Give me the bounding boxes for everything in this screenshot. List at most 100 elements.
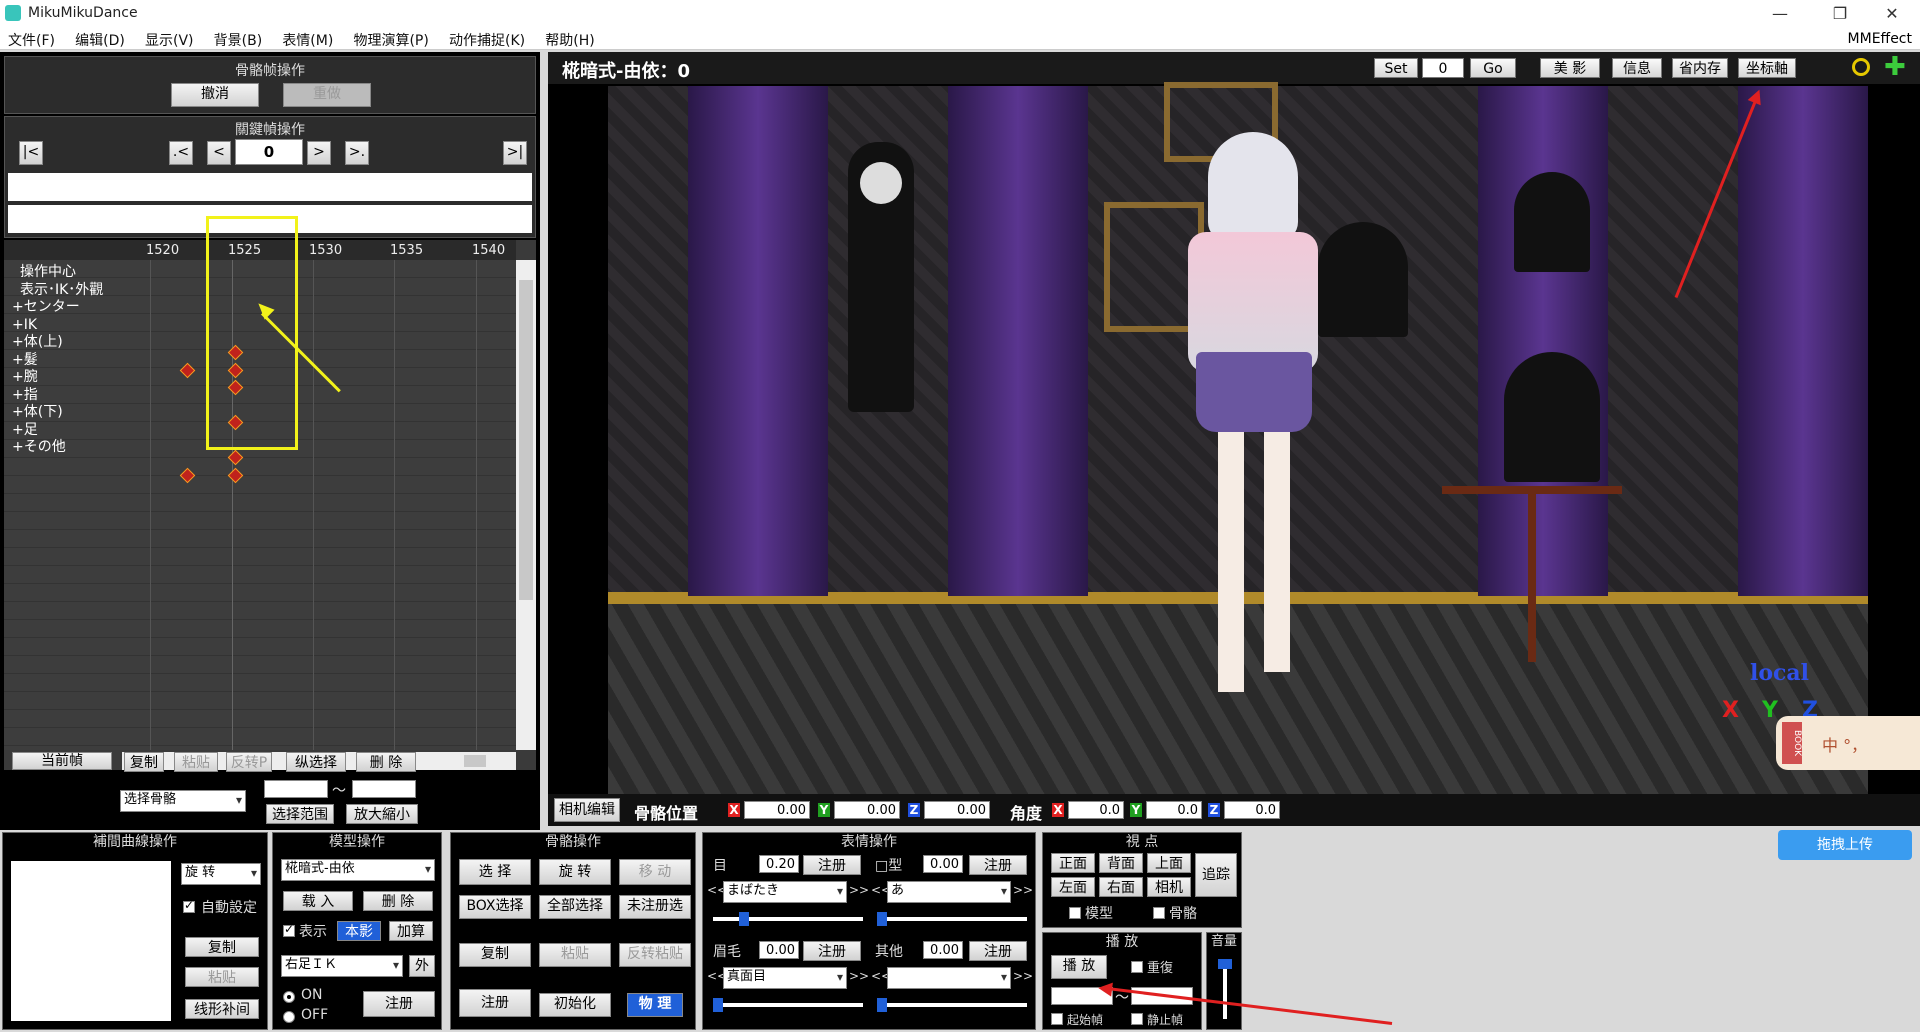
physics-button[interactable]: 物 理 xyxy=(627,993,683,1017)
track-label[interactable]: +体(上) xyxy=(12,334,103,352)
vertical-select-button[interactable]: 纵选择 xyxy=(286,752,346,772)
scroll-thumb[interactable] xyxy=(519,280,533,600)
box-select-button[interactable]: BOX选择 xyxy=(459,895,531,919)
axis-button[interactable]: 坐标軸 xyxy=(1738,58,1796,78)
view-front-button[interactable]: 正面 xyxy=(1051,853,1095,873)
brow-morph-dropdown[interactable]: 真面目 xyxy=(723,967,847,989)
undo-button[interactable]: 撤消 xyxy=(171,83,259,107)
rot-x-input[interactable]: 0.0 xyxy=(1068,801,1124,819)
stop-frame-checkbox[interactable] xyxy=(1131,1013,1143,1025)
track-label[interactable]: +髮 xyxy=(12,352,103,370)
next-frame-button[interactable]: > xyxy=(307,141,331,165)
track-label[interactable]: 表示･IK･外觀 xyxy=(20,282,103,300)
menu-physics[interactable]: 物理演算(P) xyxy=(345,28,436,50)
view-back-button[interactable]: 背面 xyxy=(1099,853,1143,873)
y-axis-icon[interactable]: Y xyxy=(1762,698,1778,723)
mouth-slider[interactable] xyxy=(877,912,1027,926)
track-label[interactable]: +その他 xyxy=(12,439,103,457)
frame-number-input[interactable]: 0 xyxy=(235,139,303,165)
zoom-button[interactable]: 放大縮小 xyxy=(346,804,418,824)
rot-z-input[interactable]: 0.0 xyxy=(1224,801,1280,819)
other-value-input[interactable]: 0.00 xyxy=(923,941,963,959)
rot-y-input[interactable]: 0.0 xyxy=(1146,801,1202,819)
model-select-dropdown[interactable]: 椛暗式-由依 xyxy=(281,859,435,881)
copy-frame-button[interactable]: 复制 xyxy=(124,752,164,772)
show-model-checkbox[interactable] xyxy=(283,922,295,937)
bone-init-button[interactable]: 初始化 xyxy=(539,993,611,1017)
menu-help[interactable]: 帮助(H) xyxy=(537,28,602,50)
timeline-grid[interactable]: 1520 1525 1530 1535 1540 操作中心 表示･IK･外觀 +… xyxy=(4,216,536,770)
view-model-checkbox[interactable] xyxy=(1069,907,1081,919)
shadow-button[interactable]: 本影 xyxy=(337,921,381,941)
bone-paste-button[interactable]: 粘贴 xyxy=(539,943,611,967)
eye-register-button[interactable]: 注册 xyxy=(803,855,861,875)
track-label[interactable]: +体(下) xyxy=(12,404,103,422)
ime-toolbar[interactable]: BOOK 中 °， xyxy=(1776,716,1920,770)
menu-file[interactable]: 文件(F) xyxy=(0,28,63,50)
linear-interp-button[interactable]: 线形补间 xyxy=(185,999,259,1019)
menu-edit[interactable]: 编辑(D) xyxy=(67,28,133,50)
volume-slider[interactable] xyxy=(1218,959,1232,1019)
play-button[interactable]: 播 放 xyxy=(1051,955,1107,979)
menu-morph[interactable]: 表情(M) xyxy=(274,28,341,50)
range-end-input[interactable] xyxy=(352,780,416,798)
current-frame-button[interactable]: 当前幀 xyxy=(12,752,112,770)
upload-button[interactable]: 拖拽上传 xyxy=(1778,830,1912,860)
interp-paste-button[interactable]: 粘贴 xyxy=(185,967,259,987)
view-top-button[interactable]: 上面 xyxy=(1147,853,1191,873)
curve-editor[interactable] xyxy=(11,861,171,1021)
ik-select-dropdown[interactable]: 右足ＩＫ xyxy=(281,955,403,977)
bone-rotate-button[interactable]: 旋 转 xyxy=(539,859,611,885)
go-button[interactable]: Go xyxy=(1470,58,1516,78)
brow-next-button[interactable]: >> xyxy=(849,969,869,983)
start-frame-checkbox[interactable] xyxy=(1051,1013,1063,1025)
bone-reverse-paste-button[interactable]: 反转粘贴 xyxy=(619,943,691,967)
pos-x-input[interactable]: 0.00 xyxy=(744,801,810,819)
next-key-button[interactable]: >. xyxy=(345,141,369,165)
select-bone-dropdown[interactable]: 选择骨骼 xyxy=(120,790,246,812)
minimize-button[interactable]: — xyxy=(1760,2,1800,26)
bone-move-button[interactable]: 移 动 xyxy=(619,859,691,885)
other-next-button[interactable]: >> xyxy=(1013,969,1033,983)
view-left-button[interactable]: 左面 xyxy=(1051,877,1095,897)
track-label[interactable]: +足 xyxy=(12,422,103,440)
track-label[interactable]: 操作中心 xyxy=(20,264,103,282)
plus-icon[interactable]: ✚ xyxy=(1884,54,1906,80)
ik-on-radio[interactable] xyxy=(283,991,295,1003)
view-right-button[interactable]: 右面 xyxy=(1099,877,1143,897)
brow-register-button[interactable]: 注册 xyxy=(803,941,861,961)
last-frame-button[interactable]: >| xyxy=(503,141,527,165)
range-start-input[interactable] xyxy=(264,780,328,798)
unregistered-select-button[interactable]: 未注册选 xyxy=(619,895,691,919)
menu-view[interactable]: 显示(V) xyxy=(137,28,202,50)
other-register-button[interactable]: 注册 xyxy=(969,941,1027,961)
brow-value-input[interactable]: 0.00 xyxy=(759,941,799,959)
range-select-button[interactable]: 选择范围 xyxy=(266,804,334,824)
ik-off-radio[interactable] xyxy=(283,1011,295,1023)
outside-parent-button[interactable]: 外 xyxy=(409,955,435,977)
model-register-button[interactable]: 注册 xyxy=(363,991,435,1017)
select-all-button[interactable]: 全部选择 xyxy=(539,895,611,919)
load-model-button[interactable]: 载 入 xyxy=(283,891,353,911)
volume-knob[interactable] xyxy=(1218,959,1232,969)
first-frame-button[interactable]: |< xyxy=(19,141,43,165)
close-button[interactable]: ✕ xyxy=(1872,2,1912,26)
paste-frame-button[interactable]: 粘贴 xyxy=(174,752,218,772)
pos-z-input[interactable]: 0.00 xyxy=(924,801,990,819)
mouth-next-button[interactable]: >> xyxy=(1013,883,1033,897)
zoom-icon[interactable] xyxy=(1852,58,1870,76)
info-button[interactable]: 信息 xyxy=(1612,58,1662,78)
interp-copy-button[interactable]: 复制 xyxy=(185,937,259,957)
other-morph-dropdown[interactable] xyxy=(887,967,1011,989)
reverse-paste-button[interactable]: 反转P xyxy=(226,752,272,772)
camera-edit-button[interactable]: 相机编辑 xyxy=(554,798,620,822)
track-label[interactable]: +腕 xyxy=(12,369,103,387)
other-slider[interactable] xyxy=(877,998,1027,1012)
hscroll-thumb[interactable] xyxy=(464,755,486,767)
pos-y-input[interactable]: 0.00 xyxy=(834,801,900,819)
mouth-morph-dropdown[interactable]: あ xyxy=(887,881,1011,903)
restore-button[interactable]: ❐ xyxy=(1820,2,1860,26)
track-button[interactable]: 追踪 xyxy=(1195,853,1237,897)
menu-background[interactable]: 背景(B) xyxy=(206,28,271,50)
interp-target-dropdown[interactable]: 旋 转 xyxy=(181,863,261,885)
